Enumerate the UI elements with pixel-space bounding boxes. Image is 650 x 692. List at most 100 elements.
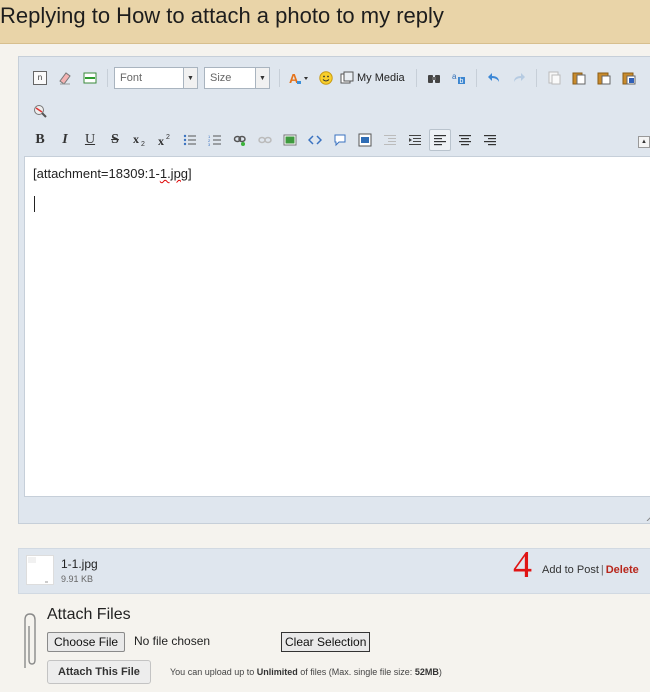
bullet-list-icon [183,134,196,146]
svg-text:x: x [158,134,164,147]
svg-text:2: 2 [166,134,170,141]
outdent-button[interactable] [379,129,401,151]
text-color-icon: A [289,71,308,85]
svg-text:x: x [133,133,139,146]
media-embed-button[interactable] [354,129,376,151]
unlink-icon [258,136,272,144]
image-button[interactable] [279,129,301,151]
align-center-button[interactable] [454,129,476,151]
copy-button[interactable] [568,67,590,89]
italic-button[interactable]: I [54,129,76,151]
image-thumbnail-icon [28,557,48,583]
bold-icon: B [35,132,45,147]
outdent-icon [384,135,396,145]
code-icon [308,135,322,145]
cut-button[interactable] [543,67,565,89]
attachment-file-name: 1-1.jpg [61,557,98,571]
resize-handle-icon[interactable] [645,511,650,521]
upload-limit-note: You can upload up to Unlimited of files … [170,667,442,677]
italic-icon: I [62,132,68,147]
link-button[interactable] [229,129,251,151]
svg-text:3: 3 [208,142,211,147]
rich-text-editor: n Font ▼ Size ▼ A My Media a b B I U S x… [18,56,650,524]
clear-selection-button[interactable]: Clear Selection [281,632,371,652]
chevron-down-icon: ▼ [183,68,197,88]
strikethrough-button[interactable]: S [104,129,126,151]
paste-word-button[interactable] [618,67,640,89]
replace-button[interactable]: ab [448,67,470,89]
remove-format-button[interactable] [54,67,76,89]
editor-content-area[interactable]: [attachment=18309:1-1.jpg] [24,156,650,497]
my-media-button[interactable]: My Media [340,71,405,85]
find-button[interactable] [423,67,445,89]
attach-this-file-button[interactable]: Attach This File [47,660,151,684]
replace-icon: ab [452,72,465,85]
toolbar-separator [475,69,477,87]
undo-icon [487,73,499,82]
horizontal-rule-button[interactable] [79,67,101,89]
content-misspelled: 1.jpg [159,166,189,181]
binoculars-icon [427,75,440,83]
source-icon: n [33,71,47,85]
content-prefix: [attachment=18309:1- [33,166,160,181]
attachment-actions: Add to Post | Delete [542,564,639,576]
toolbar-separator [107,69,108,87]
paste-icon [597,72,611,85]
unlink-button[interactable] [254,129,276,151]
align-right-button[interactable] [479,129,501,151]
quote-icon [334,134,346,147]
collapse-toolbar-button[interactable]: ▲ [638,136,650,148]
bullet-list-button[interactable] [179,129,201,151]
attachment-item: 1-1.jpg 9.91 KB 4 Add to Post | Delete [18,545,650,594]
eraser-icon [59,72,71,85]
source-mode-button[interactable]: n [29,67,51,89]
cut-icon [548,71,561,85]
smiley-icon [319,71,333,85]
paste-word-icon [622,72,636,85]
add-to-post-link[interactable]: Add to Post [542,564,599,576]
font-select[interactable]: Font ▼ [114,67,198,89]
underline-button[interactable]: U [79,129,101,151]
paste-button[interactable] [593,67,615,89]
delete-link[interactable]: Delete [606,564,639,576]
toolbar-row-1: n Font ▼ Size ▼ A My Media a b [29,66,643,90]
horizontal-rule-icon [83,72,97,84]
svg-text:2: 2 [141,141,145,147]
quote-button[interactable] [329,129,351,151]
copy-icon [572,72,586,85]
toolbar-row-3: B I U S x2 x2 123 [29,128,504,152]
note-unlimited: Unlimited [256,667,298,677]
undo-button[interactable] [483,67,505,89]
choose-file-button[interactable]: Choose File [47,632,126,652]
spell-check-icon [34,105,47,118]
indent-button[interactable] [404,129,426,151]
attachment-thumbnail [26,555,54,585]
my-media-label: My Media [357,72,405,84]
align-left-button[interactable] [429,129,451,151]
page-title: Replying to How to attach a photo to my … [0,3,444,28]
text-caret [34,196,35,212]
numbered-list-button[interactable]: 123 [204,129,226,151]
note-size: 52MB [414,667,439,677]
link-icon [233,135,246,146]
spell-check-button[interactable] [29,100,51,122]
underline-icon: U [84,132,96,147]
title-bar: Replying to How to attach a photo to my … [0,0,650,44]
note-middle: of files (Max. single file size: [297,667,415,677]
redo-icon [513,73,525,82]
emoticon-button[interactable] [315,67,337,89]
image-icon [283,134,297,146]
subscript-icon: x2 [133,133,145,147]
redo-button[interactable] [508,67,530,89]
subscript-button[interactable]: x2 [129,129,151,151]
align-left-icon [434,135,446,146]
editor-content-text: [attachment=18309:1-1.jpg] [33,166,192,181]
text-color-button[interactable]: A [286,67,312,89]
superscript-button[interactable]: x2 [154,129,176,151]
code-button[interactable] [304,129,326,151]
bold-button[interactable]: B [29,129,51,151]
size-select[interactable]: Size ▼ [204,67,270,89]
content-suffix: ] [188,166,192,181]
size-select-value: Size [210,72,232,84]
superscript-icon: x2 [158,134,170,147]
